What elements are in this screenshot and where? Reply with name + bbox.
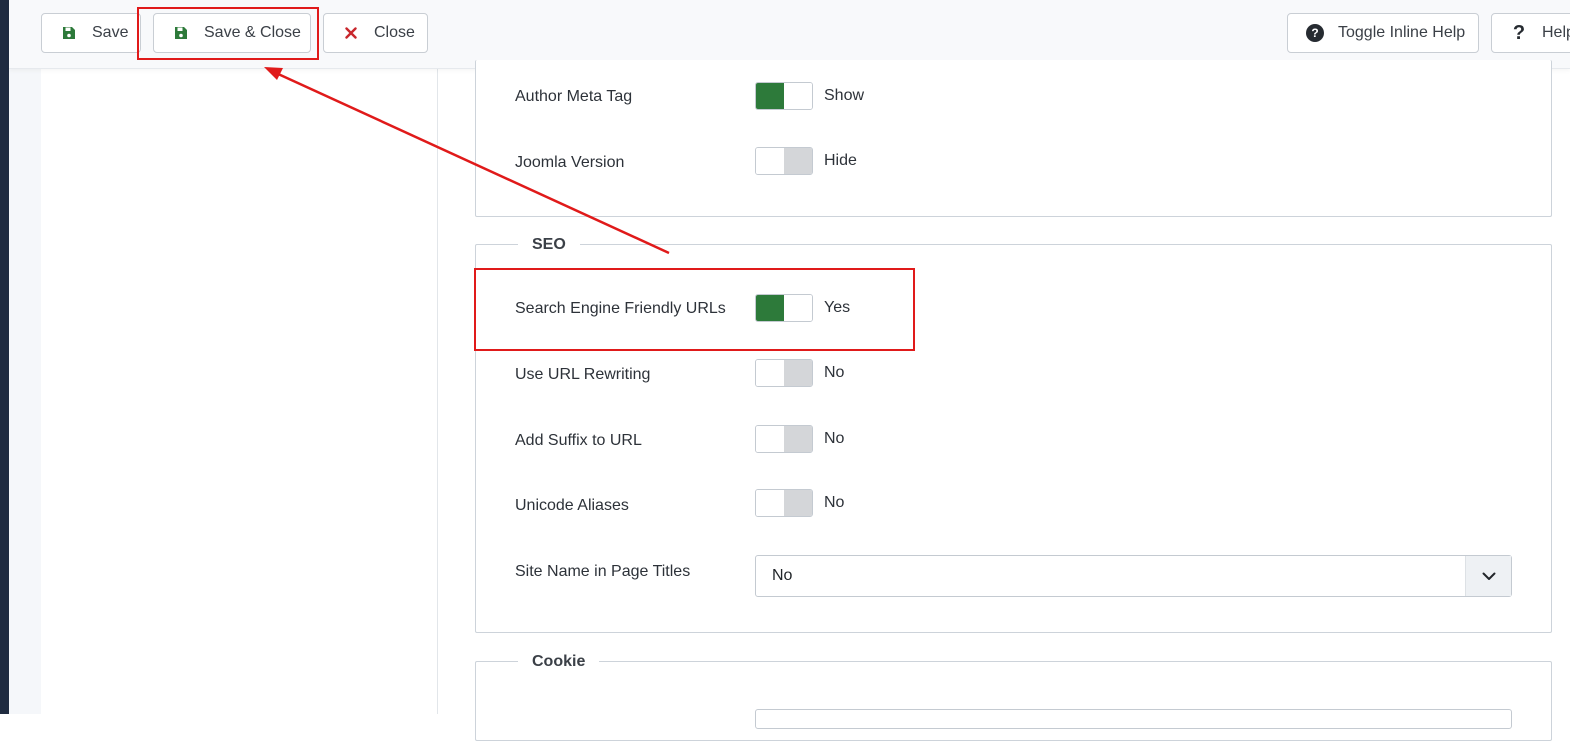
- switch-state: Yes: [824, 299, 851, 316]
- switch-state: No: [824, 494, 845, 511]
- help-button[interactable]: ? Help: [1491, 13, 1570, 53]
- chevron-down-icon: [1465, 556, 1511, 596]
- sef-urls-switch[interactable]: [755, 294, 813, 322]
- save-icon: [172, 24, 190, 42]
- switch-state: No: [824, 430, 845, 447]
- sidebar-divider: [437, 68, 438, 714]
- unicode-aliases-switch[interactable]: [755, 489, 813, 517]
- save-close-button[interactable]: Save & Close: [153, 13, 311, 53]
- switch-state: No: [824, 364, 845, 381]
- field-label: Author Meta Tag: [515, 88, 633, 105]
- seo-legend: SEO: [518, 234, 580, 256]
- cookie-fieldset: Cookie: [475, 651, 1552, 741]
- question-circle-icon: ?: [1306, 24, 1324, 42]
- cookie-field-input[interactable]: [755, 709, 1512, 729]
- cookie-legend: Cookie: [518, 651, 600, 673]
- x-icon: [342, 24, 360, 42]
- field-label: Add Suffix to URL: [515, 432, 642, 449]
- switch-state: Hide: [824, 152, 857, 169]
- field-label: Joomla Version: [515, 154, 625, 171]
- save-button-label: Save: [92, 24, 129, 41]
- select-value: No: [772, 567, 793, 584]
- save-icon: [60, 24, 78, 42]
- toggle-inline-help-button[interactable]: ? Toggle Inline Help: [1287, 13, 1479, 53]
- save-close-button-label: Save & Close: [204, 24, 301, 41]
- help-button-label: Help: [1542, 24, 1570, 41]
- field-label: Unicode Aliases: [515, 497, 629, 514]
- url-suffix-switch[interactable]: [755, 425, 813, 453]
- save-button[interactable]: Save: [41, 13, 141, 53]
- switch-state: Show: [824, 87, 865, 104]
- toolbar: Save Save & Close Close ? Toggle Inline …: [9, 0, 1570, 69]
- url-rewriting-switch[interactable]: [755, 359, 813, 387]
- close-button[interactable]: Close: [323, 13, 428, 53]
- toggle-inline-help-label: Toggle Inline Help: [1338, 24, 1466, 41]
- field-label: Search Engine Friendly URLs: [515, 300, 726, 317]
- joomla-version-switch[interactable]: [755, 147, 813, 175]
- field-label: Use URL Rewriting: [515, 366, 651, 383]
- field-label: Site Name in Page Titles: [515, 563, 691, 580]
- metadata-fieldset: [475, 60, 1552, 217]
- left-rail: [0, 0, 9, 714]
- site-name-in-titles-select[interactable]: No: [755, 555, 1512, 597]
- author-meta-tag-switch[interactable]: [755, 82, 813, 110]
- close-button-label: Close: [374, 24, 415, 41]
- question-icon: ?: [1512, 21, 1526, 44]
